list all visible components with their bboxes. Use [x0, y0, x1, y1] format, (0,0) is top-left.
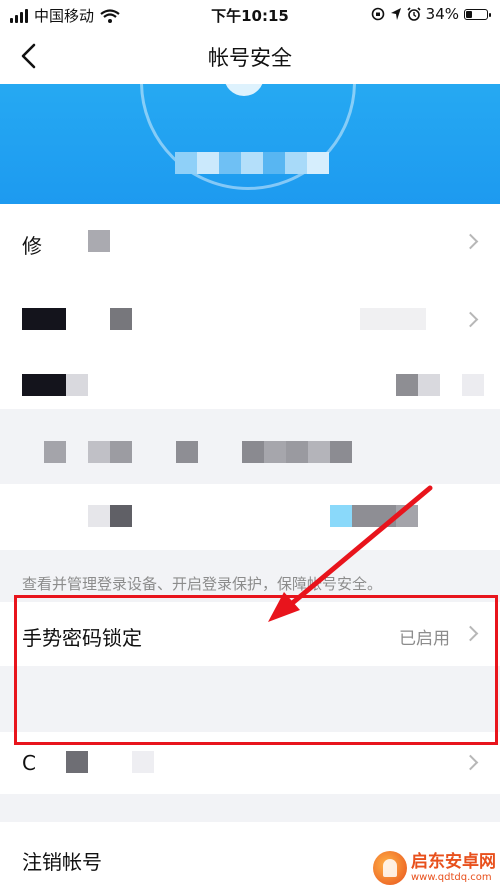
red-arrow-icon [268, 485, 433, 622]
watermark-title: 启东安卓网 [411, 852, 496, 873]
watermark-logo-icon [373, 851, 407, 885]
watermark-text: 启东安卓网 www.qdtdq.com [411, 853, 496, 883]
watermark: 启东安卓网 www.qdtdq.com [373, 851, 496, 885]
watermark-url: www.qdtdq.com [411, 871, 492, 883]
